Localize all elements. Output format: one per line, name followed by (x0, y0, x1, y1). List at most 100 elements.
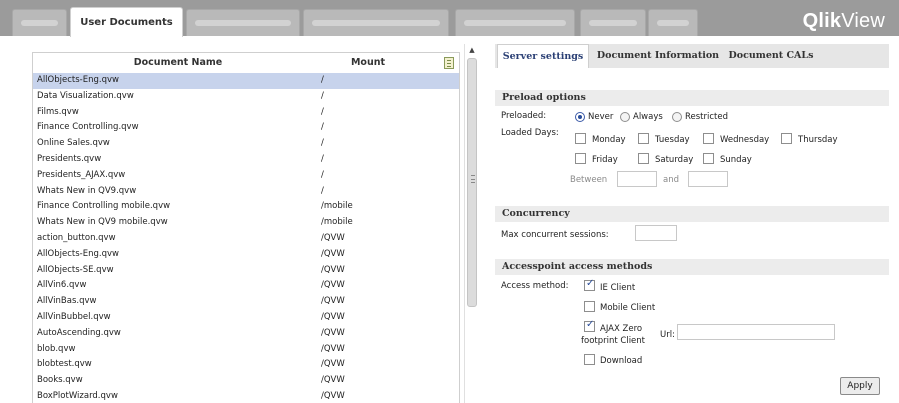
document-name-cell: Data Visualization.qvw (37, 90, 134, 101)
max-concurrent-sessions-label: Max concurrent sessions: (501, 230, 609, 240)
radio-never-label: Never (588, 112, 614, 122)
checkbox-download[interactable] (584, 354, 595, 365)
table-row[interactable]: AllObjects-Eng.qvw/QVW (33, 247, 459, 263)
tab-label-blurred (21, 20, 58, 26)
checkbox-monday-label: Monday (592, 135, 626, 145)
table-row[interactable]: Presidents_AJAX.qvw / (33, 168, 459, 184)
document-name-cell: Whats New in QV9 mobile.qvw (37, 217, 168, 228)
tab-user-documents[interactable]: User Documents (70, 7, 183, 37)
tab-status[interactable] (12, 9, 67, 36)
scrollbar-thumb[interactable] (467, 58, 477, 307)
tab-qlikview-server-settings[interactable] (303, 9, 449, 36)
checkbox-tuesday[interactable] (638, 133, 649, 144)
document-name-cell: AutoAscending.qvw (37, 327, 121, 338)
apply-button[interactable]: Apply (840, 377, 880, 395)
table-row[interactable]: Finance Controlling mobile.qvw/mobile (33, 199, 459, 215)
document-rows: AllObjects-Eng.qvw / Data Visualization.qv… (33, 73, 459, 403)
checkbox-download-label: Download (600, 356, 643, 366)
mount-cell: /QVW (321, 390, 345, 401)
table-row[interactable]: AllVin6.qvw/QVW (33, 278, 459, 294)
table-row[interactable]: AllObjects-Eng.qvw / (33, 73, 459, 89)
table-row[interactable]: Presidents.qvw / (33, 152, 459, 168)
table-row[interactable]: blobtest.qvw/QVW (33, 357, 459, 373)
tab-server-settings[interactable]: Server settings (497, 44, 589, 68)
checkbox-ajax-client-label-1: AJAX Zero (600, 324, 643, 334)
scroll-up-arrow-icon[interactable]: ▲ (465, 44, 479, 56)
mount-cell: /mobile (321, 201, 353, 212)
table-row[interactable]: Films.qvw / (33, 105, 459, 121)
document-name-cell: Presidents_AJAX.qvw (37, 169, 126, 180)
tab-about[interactable] (648, 9, 698, 36)
table-row[interactable]: Data Visualization.qvw / (33, 89, 459, 105)
checkbox-thursday[interactable] (781, 133, 792, 144)
checkbox-ajax-client[interactable] (584, 319, 595, 332)
document-name-cell: AllObjects-SE.qvw (37, 264, 114, 275)
document-name-cell: Presidents.qvw (37, 153, 102, 164)
and-label: and (663, 175, 679, 185)
settings-tabs: Server settings Document Information Doc… (495, 44, 889, 68)
between-start-field[interactable] (617, 171, 657, 187)
checkbox-sunday[interactable] (703, 153, 714, 164)
mount-cell: /mobile (321, 217, 353, 228)
mount-cell: / (321, 122, 324, 133)
checkbox-mobile-client-label: Mobile Client (600, 303, 656, 313)
tab-document-information[interactable]: Document Information (595, 44, 721, 68)
tab-label-blurred (589, 20, 637, 26)
document-name-cell: blob.qvw (37, 343, 76, 354)
table-row[interactable]: Finance Controlling.qvw / (33, 120, 459, 136)
mount-cell: /QVW (321, 343, 345, 354)
document-name-cell: Online Sales.qvw (37, 138, 110, 149)
document-list: Document Name Mount AllObjects-Eng.qvw / D… (32, 52, 460, 403)
table-row[interactable]: Whats New in QV9 mobile.qvw/mobile (33, 215, 459, 231)
table-row[interactable]: AllObjects-SE.qvw/QVW (33, 263, 459, 279)
tab-label: User Documents (80, 17, 173, 28)
tab-label-blurred (464, 20, 566, 26)
radio-always[interactable] (620, 112, 630, 122)
document-list-scrollbar[interactable]: ▲ (464, 44, 478, 403)
checkbox-friday-label: Friday (592, 155, 618, 165)
checkbox-saturday[interactable] (638, 153, 649, 164)
checkbox-monday[interactable] (575, 133, 586, 144)
column-header-mount[interactable]: Mount (318, 53, 418, 73)
tab-document-cals[interactable]: Document CALs (725, 44, 817, 68)
document-name-cell: AllVinBas.qvw (37, 296, 97, 307)
checkbox-sunday-label: Sunday (720, 155, 752, 165)
table-row[interactable]: AutoAscending.qvw/QVW (33, 326, 459, 342)
table-row[interactable]: Online Sales.qvw / (33, 136, 459, 152)
tab-source-documents[interactable] (186, 9, 300, 36)
document-name-cell: AllObjects-Eng.qvw (37, 248, 119, 259)
table-row[interactable]: AllVinBas.qvw/QVW (33, 294, 459, 310)
table-row[interactable]: Books.qvw/QVW (33, 373, 459, 389)
table-row[interactable]: Whats New in QV9.qvw / (33, 184, 459, 200)
top-navigation-bar: User Documents QlikView (0, 0, 899, 37)
document-name-cell: AllVin6.qvw (37, 280, 87, 291)
checkbox-ie-client[interactable] (584, 278, 595, 291)
checkbox-saturday-label: Saturday (655, 155, 694, 165)
between-end-field[interactable] (688, 171, 728, 187)
tab-label-blurred (312, 20, 440, 26)
url-field[interactable] (677, 324, 835, 340)
access-method-label: Access method: (501, 281, 569, 291)
table-row[interactable]: action_button.qvw/QVW (33, 231, 459, 247)
table-row[interactable]: BoxPlotWizard.qvw/QVW (33, 389, 459, 403)
settings-panel: Server settings Document Information Doc… (495, 44, 889, 403)
concurrency-title: Concurrency (495, 206, 889, 222)
checkbox-mobile-client[interactable] (584, 301, 595, 312)
radio-restricted[interactable] (672, 112, 682, 122)
document-name-cell: AllObjects-Eng.qvw (37, 75, 119, 85)
radio-never[interactable] (575, 112, 585, 122)
document-name-cell: Whats New in QV9.qvw (37, 185, 137, 196)
max-concurrent-sessions-field[interactable] (635, 225, 677, 241)
mount-cell: /QVW (321, 248, 345, 259)
table-row[interactable]: blob.qvw/QVW (33, 342, 459, 358)
url-label: Url: (660, 330, 675, 340)
tab-publisher-settings[interactable] (455, 9, 575, 36)
checkbox-friday[interactable] (575, 153, 586, 164)
column-header-document-name[interactable]: Document Name (33, 53, 323, 73)
checkbox-wednesday[interactable] (703, 133, 714, 144)
table-row[interactable]: AllVinBubbel.qvw/QVW (33, 310, 459, 326)
tab-licenses[interactable] (580, 9, 646, 36)
document-name-cell: Finance Controlling mobile.qvw (37, 201, 171, 212)
mount-cell: /QVW (321, 311, 345, 322)
edit-document-icon[interactable] (444, 57, 454, 69)
